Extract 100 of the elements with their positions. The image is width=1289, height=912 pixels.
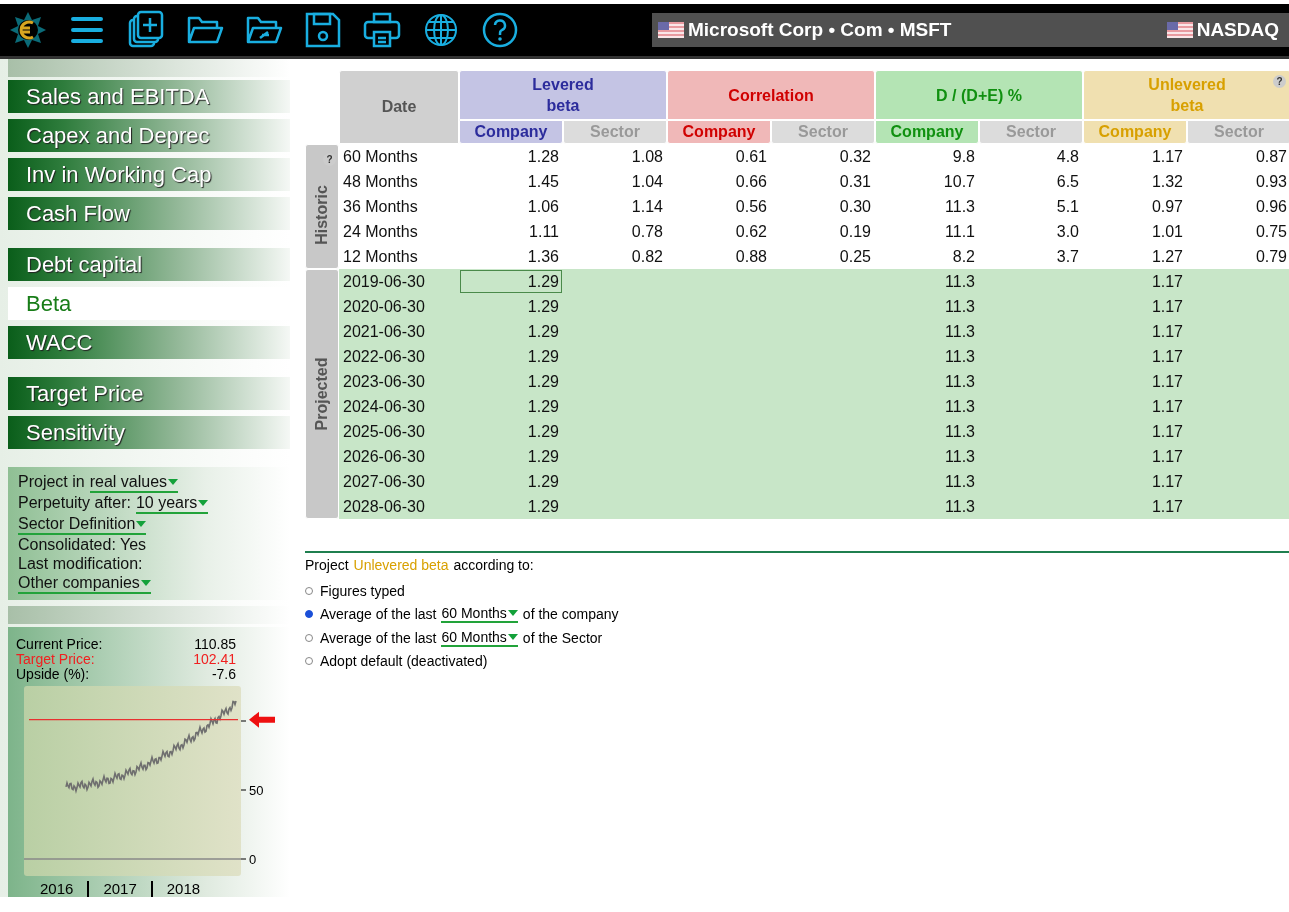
table-cell[interactable]: 0.87 [1187,144,1289,169]
table-cell[interactable]: 5.1 [979,194,1083,219]
table-cell[interactable]: 1.17 [1083,494,1187,519]
table-cell[interactable]: 0.62 [667,219,771,244]
table-cell[interactable]: 1.29 [459,394,563,419]
table-cell[interactable]: 1.29 [459,494,563,519]
table-cell[interactable]: 1.32 [1083,169,1187,194]
sidebar-item[interactable]: Cash Flow [8,197,290,230]
table-cell[interactable]: 0.88 [667,244,771,269]
table-cell[interactable]: 1.14 [563,194,667,219]
sidebar-item[interactable]: Debt capital [8,248,290,281]
table-cell[interactable]: 11.3 [875,294,979,319]
table-cell[interactable]: 1.17 [1083,294,1187,319]
radio-button[interactable] [305,657,313,666]
table-cell[interactable]: 0.32 [771,144,875,169]
dropdown-link[interactable]: 60 Months [441,628,518,647]
table-cell[interactable]: 1.45 [459,169,563,194]
table-cell[interactable]: 0.61 [667,144,771,169]
help-badge[interactable]: ? [323,153,336,166]
sidebar-item[interactable]: Sales and EBITDA [8,80,290,113]
table-cell[interactable]: 11.3 [875,494,979,519]
table-cell[interactable]: 1.36 [459,244,563,269]
table-cell[interactable]: 1.17 [1083,419,1187,444]
table-cell[interactable]: 0.31 [771,169,875,194]
dropdown-link[interactable]: Sector Definition [18,515,147,535]
radio-button[interactable] [305,586,313,595]
table-cell[interactable]: 1.04 [563,169,667,194]
intro-text: Project [305,557,349,573]
table-cell[interactable]: 6.5 [979,169,1083,194]
table-cell[interactable]: 0.82 [563,244,667,269]
table-cell[interactable]: 1.17 [1083,444,1187,469]
table-cell[interactable]: 1.29 [459,369,563,394]
table-cell[interactable]: 1.17 [1083,469,1187,494]
year-label: 2018 [166,880,201,897]
sidebar-item[interactable]: WACC [8,326,290,359]
table-cell[interactable]: 1.17 [1083,344,1187,369]
table-cell[interactable]: 0.78 [563,219,667,244]
table-cell[interactable]: 1.01 [1083,219,1187,244]
table-cell[interactable]: 1.17 [1083,319,1187,344]
table-cell[interactable]: 1.17 [1083,394,1187,419]
table-cell[interactable]: 11.3 [875,194,979,219]
dropdown-link[interactable]: 10 years [135,494,209,514]
help-icon[interactable] [480,10,520,50]
table-cell[interactable]: 1.27 [1083,244,1187,269]
table-cell[interactable]: 10.7 [875,169,979,194]
sidebar-item[interactable]: Target Price [8,377,290,410]
section-label: Historic [313,185,330,245]
table-cell[interactable]: 1.29 [459,294,563,319]
table-cell[interactable]: 1.17 [1083,269,1187,294]
table-cell[interactable]: 8.2 [875,244,979,269]
option-label: Figures typed [320,582,405,599]
table-cell[interactable]: 1.17 [1083,369,1187,394]
table-cell[interactable]: 11.3 [875,394,979,419]
new-page-icon[interactable] [126,10,166,50]
table-cell[interactable]: 1.29 [459,269,563,294]
option-label: Average of the last [320,629,437,646]
table-cell[interactable]: 1.29 [459,344,563,369]
sidebar-item[interactable]: Inv in Working Cap [8,158,290,191]
table-cell[interactable]: 0.30 [771,194,875,219]
table-cell[interactable]: 0.19 [771,219,875,244]
table-cell[interactable]: 11.3 [875,419,979,444]
table-cell[interactable]: 11.3 [875,469,979,494]
table-cell[interactable]: 4.8 [979,144,1083,169]
table-cell[interactable]: 0.56 [667,194,771,219]
table-cell[interactable]: 1.08 [563,144,667,169]
table-cell[interactable]: 1.29 [459,444,563,469]
table-cell[interactable]: 11.3 [875,319,979,344]
table-cell[interactable]: 3.7 [979,244,1083,269]
table-cell[interactable]: 11.3 [875,269,979,294]
radio-button[interactable] [305,610,313,619]
table-cell[interactable]: 0.97 [1083,194,1187,219]
table-cell[interactable]: 1.06 [459,194,563,219]
table-cell[interactable]: 0.66 [667,169,771,194]
table-cell[interactable]: 1.11 [459,219,563,244]
logo-icon[interactable] [8,10,48,50]
table-cell[interactable]: 0.79 [1187,244,1289,269]
table-cell[interactable]: 1.29 [459,419,563,444]
help-badge[interactable]: ? [1273,75,1286,88]
dropdown-link[interactable]: 60 Months [441,605,518,624]
table-cell[interactable]: 0.25 [771,244,875,269]
dropdown-link[interactable]: Other companies [18,574,151,594]
table-cell[interactable]: 1.28 [459,144,563,169]
table-cell[interactable]: 11.3 [875,444,979,469]
radio-button[interactable] [305,633,313,642]
table-cell[interactable]: 9.8 [875,144,979,169]
table-cell[interactable]: 1.29 [459,319,563,344]
sidebar-item[interactable]: Sensitivity [8,416,290,449]
save-icon[interactable] [303,10,343,50]
dropdown-link[interactable]: real values [89,473,179,493]
print-icon[interactable] [362,10,402,50]
table-cell[interactable]: 3.0 [979,219,1083,244]
table-cell[interactable]: 0.93 [1187,169,1289,194]
column-header: Company [1083,120,1187,144]
table-cell[interactable]: 11.3 [875,369,979,394]
table-cell[interactable]: 11.3 [875,344,979,369]
table-cell[interactable]: 0.75 [1187,219,1289,244]
table-cell[interactable]: 1.17 [1083,144,1187,169]
table-cell[interactable]: 1.29 [459,469,563,494]
table-cell[interactable]: 0.96 [1187,194,1289,219]
table-cell[interactable]: 11.1 [875,219,979,244]
